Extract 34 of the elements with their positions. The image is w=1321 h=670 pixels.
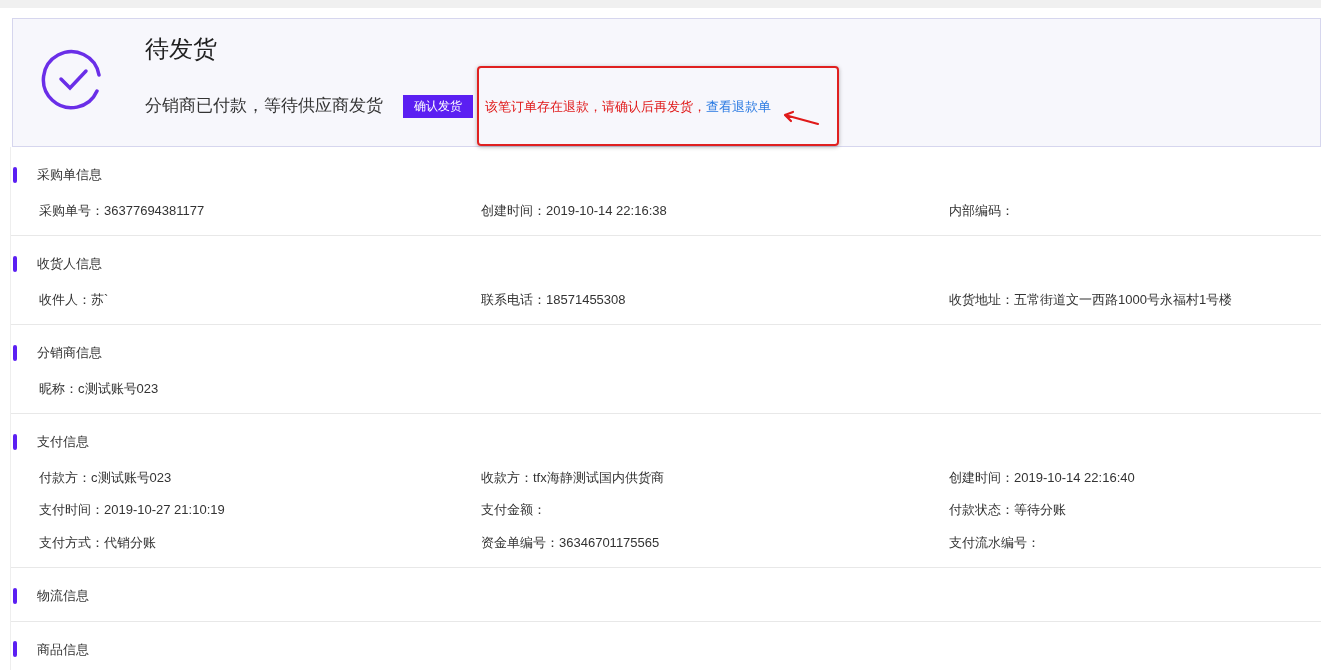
info-field: 昵称：c测试账号023: [39, 378, 481, 398]
section-marker: [13, 587, 17, 604]
info-field: 支付时间：2019-10-27 21:10:19: [39, 500, 481, 520]
info-field: 创建时间：2019-10-14 22:16:40: [949, 467, 1135, 487]
info-field: 收货地址：五常街道文一西路1000号永福村1号楼: [949, 289, 1233, 309]
info-field: 收件人：苏`: [39, 289, 481, 309]
info-field: 内部编码：: [949, 200, 1014, 220]
section-title: 支付信息: [37, 433, 89, 451]
info-field: 付款方：c测试账号023: [39, 467, 481, 487]
info-field: 支付方式：代销分账: [39, 532, 481, 552]
view-refund-link[interactable]: 查看退款单: [706, 97, 771, 117]
section-marker: [13, 641, 17, 658]
section-title: 物流信息: [37, 587, 89, 605]
info-field: 创建时间：2019-10-14 22:16:38: [481, 200, 949, 220]
status-subtitle: 分销商已付款，等待供应商发货: [145, 95, 383, 118]
arrow-icon: [781, 110, 821, 128]
section-title: 分销商信息: [37, 344, 102, 362]
info-field: 联系电话：18571455308: [481, 289, 949, 309]
section-marker: [13, 255, 17, 272]
info-field: 支付金额：: [481, 500, 949, 520]
info-field: 支付流水编号：: [949, 532, 1040, 552]
section-title: 收货人信息: [37, 255, 102, 273]
section-title: 商品信息: [37, 640, 89, 659]
info-field: 付款状态：等待分账: [949, 500, 1066, 520]
refund-warning: 该笔订单存在退款，请确认后再发货，: [485, 98, 706, 116]
section-marker: [13, 433, 17, 450]
info-field: 收款方：tfx海静测试国内供货商: [481, 467, 949, 487]
section-marker: [13, 344, 17, 361]
section-marker: [13, 166, 17, 183]
confirm-ship-button[interactable]: 确认发货: [403, 94, 473, 118]
info-field: 采购单号：36377694381177: [39, 200, 481, 220]
info-field: 资金单编号：36346701175565: [481, 532, 949, 552]
status-title: 待发货: [145, 35, 218, 63]
section-title: 采购单信息: [37, 166, 102, 184]
